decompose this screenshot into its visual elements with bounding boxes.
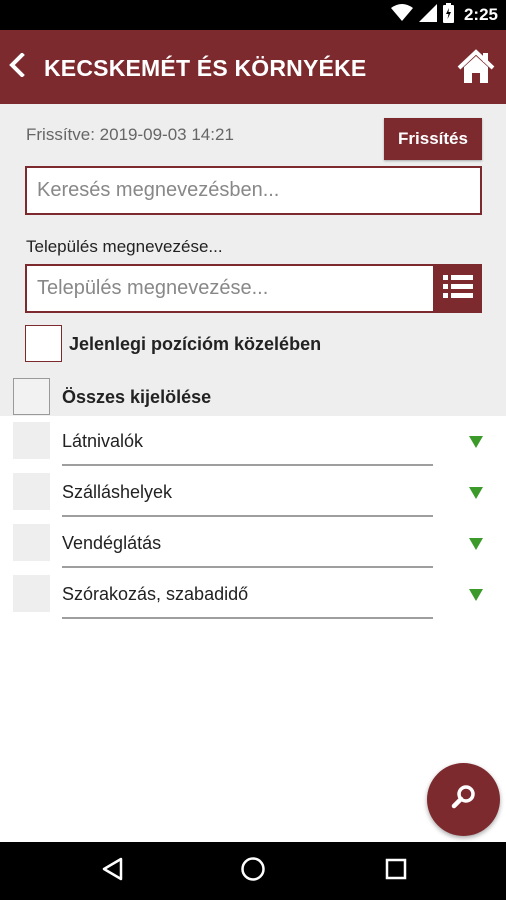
settlement-list-button[interactable]: [433, 264, 482, 313]
nav-home-icon: [240, 856, 266, 887]
select-all-label: Összes kijelölése: [62, 387, 212, 407]
category-label: Szálláshelyek: [62, 482, 173, 502]
chevron-down-icon[interactable]: [469, 538, 483, 550]
app-bar: KECSKEMÉT ÉS KÖRNYÉKE: [0, 30, 506, 104]
category-checkbox[interactable]: [13, 422, 50, 459]
status-icons: 2:25: [390, 2, 498, 28]
list-item[interactable]: Vendéglátás: [0, 518, 506, 569]
list-item[interactable]: Látnivalók: [0, 416, 506, 467]
search-icon: [450, 783, 478, 816]
list-icon: [442, 274, 473, 303]
settlement-input[interactable]: Település megnevezése...: [25, 264, 435, 313]
signal-icon: [418, 3, 437, 27]
chevron-down-icon[interactable]: [469, 589, 483, 601]
list-item[interactable]: Szórakozás, szabadidő: [0, 569, 506, 620]
list-item[interactable]: Szálláshelyek: [0, 467, 506, 518]
settlement-label: Település megnevezése...: [26, 237, 223, 256]
divider: [62, 464, 433, 466]
back-icon: [9, 51, 25, 82]
category-label: Látnivalók: [62, 431, 144, 451]
category-checkbox[interactable]: [13, 473, 50, 510]
category-checkbox[interactable]: [13, 575, 50, 612]
category-checkbox[interactable]: [13, 524, 50, 561]
nearby-label: Jelenlegi pozícióm közelében: [69, 334, 322, 354]
divider: [62, 566, 433, 568]
category-label: Vendéglátás: [62, 533, 162, 553]
refresh-button[interactable]: Frissítés: [384, 118, 482, 160]
navigation-bar: [0, 842, 506, 900]
status-time: 2:25: [463, 5, 498, 24]
nav-recents-button[interactable]: [381, 856, 411, 886]
home-button[interactable]: [456, 47, 496, 87]
select-all-checkbox[interactable]: [13, 378, 50, 415]
filter-panel: Frissítve: 2019-09-03 14:21 Frissítés Ke…: [0, 104, 506, 416]
last-updated-text: Frissítve: 2019-09-03 14:21: [26, 125, 234, 144]
wifi-icon: [390, 3, 413, 27]
page-title: KECSKEMÉT ÉS KÖRNYÉKE: [44, 55, 367, 81]
status-bar: 2:25: [0, 0, 506, 30]
back-button[interactable]: [2, 50, 32, 84]
chevron-down-icon[interactable]: [469, 487, 483, 499]
category-label: Szórakozás, szabadidő: [62, 584, 249, 604]
nav-home-button[interactable]: [238, 856, 268, 886]
home-icon: [456, 49, 496, 91]
divider: [62, 617, 433, 619]
search-input[interactable]: Keresés megnevezésben...: [25, 166, 482, 215]
nav-back-icon: [101, 857, 123, 886]
battery-icon: [442, 2, 454, 28]
chevron-down-icon[interactable]: [469, 436, 483, 448]
nav-recents-icon: [385, 858, 407, 885]
nearby-checkbox[interactable]: [25, 325, 62, 362]
search-fab-button[interactable]: [427, 763, 500, 836]
nav-back-button[interactable]: [97, 856, 127, 886]
divider: [62, 515, 433, 517]
